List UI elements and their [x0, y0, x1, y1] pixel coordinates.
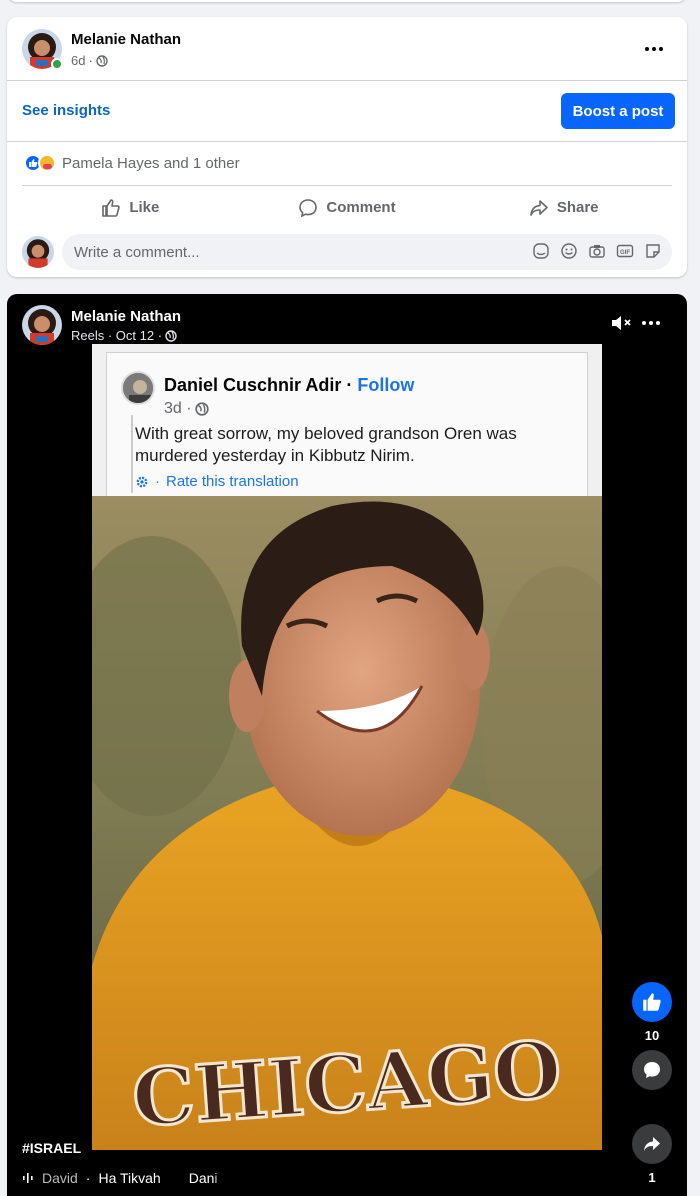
share-arrow-icon [530, 199, 548, 216]
post-actions-bar: Like Comment Share [22, 185, 672, 229]
translation-separator: · [155, 473, 160, 490]
online-status-dot [51, 58, 63, 70]
reel-meta-text[interactable]: Reels · Oct 12 · [71, 328, 162, 343]
embedded-post-screenshot: Daniel Cuschnir Adir · Follow 3d · With … [92, 344, 602, 496]
reel-share-button[interactable] [632, 1124, 672, 1164]
previous-post-card [7, 0, 687, 2]
post-card: Melanie Nathan 6d · See insights Boost a… [7, 17, 687, 277]
share-arrow-icon [644, 1137, 660, 1151]
reel-side-actions: 10 1 [632, 982, 672, 1188]
emoji-icon[interactable] [560, 242, 578, 260]
share-label: Share [556, 199, 599, 216]
reel-video[interactable]: Daniel Cuschnir Adir · Follow 3d · With … [92, 344, 602, 1150]
mute-icon[interactable] [611, 314, 633, 332]
post-meta: 6d · [71, 53, 108, 68]
comment-bubble-icon [299, 198, 318, 217]
music-title: Ha Tikvah [98, 1170, 161, 1186]
comment-label: Comment [326, 199, 396, 216]
reactions-summary[interactable]: Pamela Hayes and 1 other [24, 153, 240, 173]
svg-text:GIF: GIF [620, 250, 630, 256]
author-name[interactable]: Melanie Nathan [71, 31, 181, 48]
gif-icon[interactable]: GIF [616, 242, 634, 260]
screenshot-quote-bar [131, 415, 133, 493]
screenshot-meta: 3d · [164, 400, 209, 418]
audio-wave-icon [23, 1173, 33, 1183]
music-next-faded: i [214, 1170, 218, 1186]
reel-author-avatar[interactable] [22, 305, 62, 345]
thumbs-up-icon [643, 993, 661, 1011]
sticker-icon[interactable] [644, 242, 662, 260]
music-separator: · [85, 1170, 91, 1186]
globe-icon [96, 54, 108, 67]
thumbs-up-icon [102, 198, 121, 217]
like-label: Like [129, 199, 160, 216]
portrait-photo: CHICAGO [92, 496, 602, 1150]
see-insights-link[interactable]: See insights [22, 102, 110, 119]
reactions-names[interactable]: Pamela Hayes and 1 other [62, 155, 240, 172]
boost-post-button[interactable]: Boost a post [561, 93, 675, 129]
comment-tools: GIF [532, 242, 662, 260]
post-time[interactable]: 6d [71, 53, 85, 68]
screenshot-frame: Daniel Cuschnir Adir · Follow 3d · With … [106, 352, 588, 496]
comment-placeholder: Write a comment... [74, 243, 200, 261]
divider [7, 141, 687, 142]
care-reaction-icon [38, 154, 56, 172]
screenshot-text: With great sorrow, my beloved grandson O… [135, 424, 517, 465]
music-next: Dan [188, 1170, 215, 1186]
screenshot-time: 3d · [164, 400, 192, 417]
reel-comment-button[interactable] [632, 1050, 672, 1090]
reel-like-button[interactable] [632, 982, 672, 1022]
reel-music-ticker[interactable]: David · Ha Tikvah Dan i [22, 1170, 218, 1186]
meta-separator: · [88, 53, 93, 68]
reel-author-name[interactable]: Melanie Nathan [71, 308, 181, 325]
like-button[interactable]: Like [22, 186, 239, 229]
reel-meta: Reels · Oct 12 · [71, 328, 177, 343]
more-options-icon[interactable] [642, 39, 666, 59]
music-artist: David [42, 1170, 78, 1186]
post-header: Melanie Nathan 6d · [22, 29, 672, 73]
screenshot-separator: · [341, 375, 358, 395]
reel-hashtag[interactable]: #ISRAEL [22, 1140, 81, 1156]
comment-composer: Write a comment... GIF [22, 232, 672, 270]
globe-icon [194, 402, 209, 416]
commenter-avatar[interactable] [22, 236, 54, 268]
screenshot-translation-row: · Rate this translation [135, 473, 299, 490]
reel-card: Melanie Nathan Reels · Oct 12 · Daniel C… [7, 294, 687, 1196]
reel-like-count: 10 [644, 1028, 660, 1043]
screenshot-author-name: Daniel Cuschnir Adir [164, 375, 342, 395]
divider [7, 80, 687, 81]
camera-icon[interactable] [588, 242, 606, 260]
screenshot-author: Daniel Cuschnir Adir · Follow [164, 375, 414, 396]
comment-bubble-icon [644, 1062, 660, 1078]
gear-icon [136, 476, 148, 487]
reel-more-options-icon[interactable] [639, 315, 663, 331]
avatar-sticker-icon[interactable] [532, 242, 550, 260]
share-button[interactable]: Share [455, 186, 672, 229]
rate-translation-text: Rate this translation [166, 473, 299, 490]
globe-icon [165, 329, 177, 342]
screenshot-follow-link: Follow [357, 375, 415, 395]
comment-button[interactable]: Comment [239, 186, 456, 229]
screenshot-avatar [121, 371, 155, 405]
reel-share-count: 1 [648, 1170, 656, 1185]
